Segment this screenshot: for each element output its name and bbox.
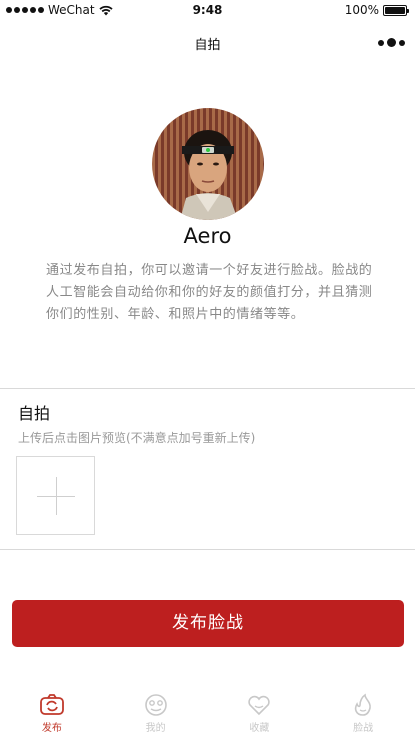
more-dot-icon [378, 39, 384, 46]
face-icon [144, 694, 167, 716]
heart-icon [248, 695, 271, 716]
tab-label: 收藏 [249, 723, 270, 734]
publish-button[interactable]: 发布脸战 [12, 600, 404, 647]
tab-label: 脸战 [353, 723, 374, 734]
avatar [152, 108, 264, 220]
intro-text: 通过发布自拍，你可以邀请一个好友进行脸战。脸战的人工智能会自动给你和你的好友的颜… [46, 263, 373, 322]
plus-icon [56, 477, 57, 515]
status-right: 100% [344, 3, 409, 17]
flame-icon [355, 693, 371, 716]
divider [0, 388, 415, 389]
nav-bar: 自拍 [0, 22, 415, 62]
upload-hint: 上传后点击图片预览(不满意点加号重新上传) [18, 431, 256, 445]
more-dot-icon [387, 38, 396, 47]
tab-publish[interactable]: 发布 [0, 689, 104, 737]
tab-label: 发布 [41, 723, 62, 734]
upload-section-title: 自拍 [18, 404, 51, 423]
battery-percent: 100% [344, 3, 379, 17]
tab-bar: 发布 我的 收藏 脸战 [0, 689, 415, 737]
tab-favorites[interactable]: 收藏 [208, 689, 312, 737]
battery-icon [383, 4, 409, 16]
more-dot-icon [399, 39, 405, 46]
status-bar: WeChat 9:48 100% [0, 0, 415, 22]
tab-mine[interactable]: 我的 [104, 689, 208, 737]
more-menu-button[interactable] [378, 38, 405, 47]
camera-icon [39, 694, 64, 715]
avatar-photo [152, 108, 264, 220]
add-photo-button[interactable] [16, 456, 95, 535]
tab-label: 我的 [145, 723, 166, 734]
battery-level [385, 6, 405, 14]
page-title: 自拍 [194, 38, 221, 53]
tab-faceoff[interactable]: 脸战 [311, 689, 415, 737]
divider [0, 549, 415, 550]
username: Aero [183, 224, 232, 248]
